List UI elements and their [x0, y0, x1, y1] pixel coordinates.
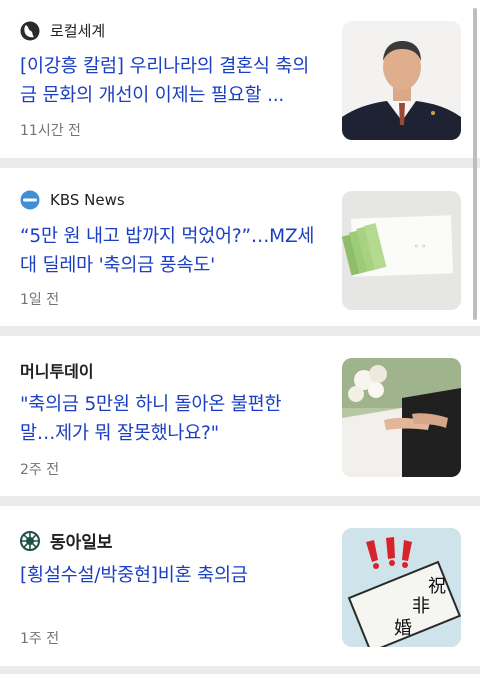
article-thumbnail[interactable] [342, 21, 461, 140]
source-row: 동아일보 [20, 528, 113, 553]
timestamp: 11시간 전 [20, 123, 81, 139]
source-name: 로컬세계 [50, 22, 106, 40]
news-card[interactable]: 머니투데이 "축의금 5만원 하니 돌아온 불편한 말…제가 뭐 잘못했나요?"… [0, 336, 480, 496]
source-row: KBS News [20, 190, 125, 210]
headline-link[interactable]: “5만 원 내고 밥까지 먹었어?”…MZ세대 딜레마 '축의금 풍속도' [20, 222, 320, 280]
donga-logo-icon [20, 530, 40, 551]
globe-logo-icon [20, 21, 40, 41]
article-thumbnail[interactable] [342, 358, 461, 477]
scrollbar[interactable] [473, 8, 477, 320]
source-name: KBS News [50, 191, 125, 209]
news-card[interactable]: 로컬세계 [이강흥 칼럼] 우리나라의 결혼식 축의금 문화의 개선이 이제는 … [0, 0, 480, 158]
news-card[interactable]: KBS News “5만 원 내고 밥까지 먹었어?”…MZ세대 딜레마 '축의… [0, 168, 480, 326]
source-row: 로컬세계 [20, 20, 105, 41]
timestamp: 1일 전 [20, 292, 60, 308]
thumb-char: 婚 [394, 618, 412, 639]
news-card[interactable]: 동아일보 [횡설수설/박중현]비혼 축의금 1주 전 祝 非 婚 [0, 506, 480, 666]
headline-link[interactable]: "축의금 5만원 하니 돌아온 불편한 말…제가 뭐 잘못했나요?" [20, 390, 320, 448]
article-thumbnail[interactable]: ◦ ◦ [342, 191, 461, 310]
headline-link[interactable]: [횡설수설/박중현]비혼 축의금 [20, 561, 320, 590]
kbs-logo-icon [20, 190, 40, 210]
article-thumbnail[interactable]: 祝 非 婚 [342, 528, 461, 647]
source-name: 동아일보 [50, 533, 113, 553]
svg-text:◦ ◦: ◦ ◦ [414, 242, 426, 251]
timestamp: 1주 전 [20, 631, 60, 647]
headline-link[interactable]: [이강흥 칼럼] 우리나라의 결혼식 축의금 문화의 개선이 이제는 필요할 .… [20, 52, 320, 110]
source-name: 머니투데이 [20, 362, 94, 381]
thumb-char: 非 [412, 596, 430, 617]
timestamp: 2주 전 [20, 462, 60, 478]
thumb-char: 祝 [428, 576, 446, 597]
